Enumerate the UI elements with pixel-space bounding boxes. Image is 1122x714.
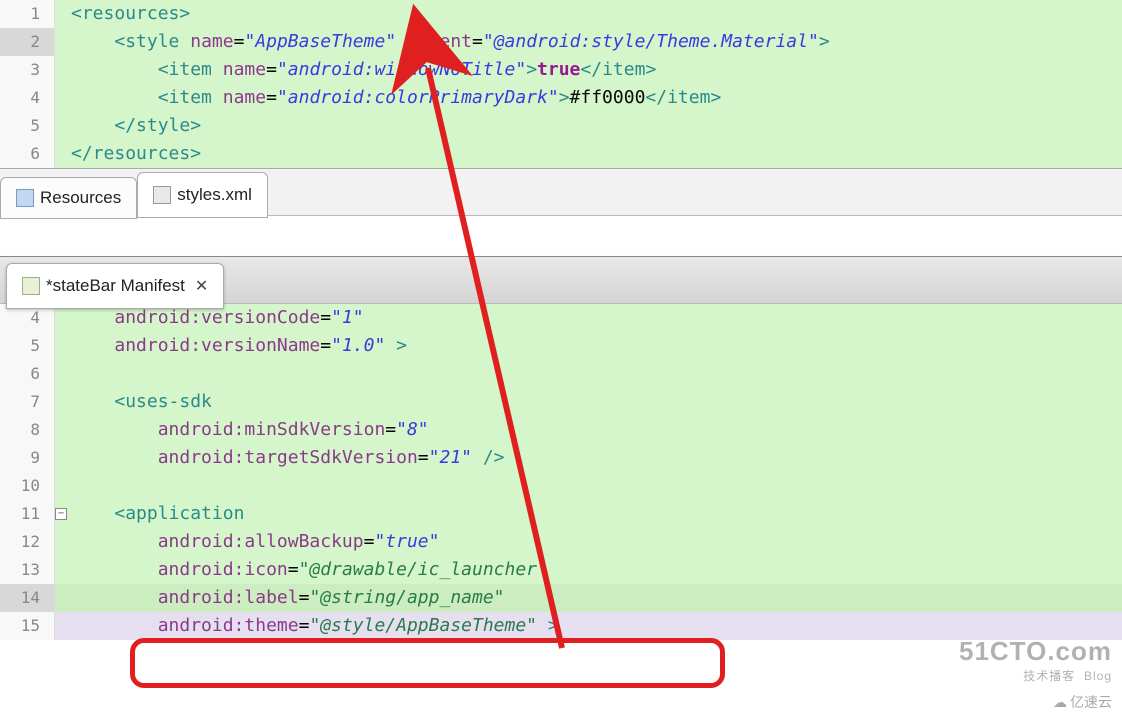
line-content[interactable]: <style name="AppBaseTheme" parent="@andr… <box>55 28 1122 56</box>
line-content[interactable]: android:targetSdkVersion="21" /> <box>55 444 1122 472</box>
tab-statebar-manifest[interactable]: *stateBar Manifest ✕ <box>6 263 224 309</box>
line-number: 6 <box>0 140 55 168</box>
close-icon[interactable]: ✕ <box>195 276 208 296</box>
tab-resources[interactable]: Resources <box>0 177 137 219</box>
line-number: 1 <box>0 0 55 28</box>
watermark-51cto: 51CTO.com 技术播客 Blog <box>959 636 1112 684</box>
line-number: 3 <box>0 56 55 84</box>
line-content[interactable]: android:minSdkVersion="8" <box>55 416 1122 444</box>
line-content[interactable] <box>55 360 1122 388</box>
line-number: 10 <box>0 472 55 500</box>
line-content[interactable]: android:allowBackup="true" <box>55 528 1122 556</box>
manifest-editor-pane: *stateBar Manifest ✕ 4 android:versionCod… <box>0 256 1122 640</box>
line-number: 9 <box>0 444 55 472</box>
fold-toggle-icon[interactable]: − <box>55 508 67 520</box>
code-line[interactable]: 6 <box>0 360 1122 388</box>
code-line[interactable]: 15 android:theme="@style/AppBaseTheme" > <box>0 612 1122 640</box>
line-content[interactable]: <item name="android:colorPrimaryDark">#f… <box>55 84 1122 112</box>
tab-styles-xml[interactable]: styles.xml <box>137 172 268 218</box>
code-line[interactable]: 5 </style> <box>0 112 1122 140</box>
line-content[interactable]: <item name="android:windowNoTitle">true<… <box>55 56 1122 84</box>
line-content[interactable]: <resources> <box>55 0 1122 28</box>
code-line[interactable]: 13 android:icon="@drawable/ic_launcher" <box>0 556 1122 584</box>
code-line[interactable]: 14 android:label="@string/app_name" <box>0 584 1122 612</box>
code-line[interactable]: 8 android:minSdkVersion="8" <box>0 416 1122 444</box>
code-line[interactable]: 2 <style name="AppBaseTheme" parent="@an… <box>0 28 1122 56</box>
line-number: 8 <box>0 416 55 444</box>
line-number: 2 <box>0 28 55 56</box>
code-line[interactable]: 7 <uses-sdk <box>0 388 1122 416</box>
line-number: 14 <box>0 584 55 612</box>
code-line[interactable]: 11 <application− <box>0 500 1122 528</box>
code-line[interactable]: 10 <box>0 472 1122 500</box>
line-number: 4 <box>0 84 55 112</box>
line-content[interactable]: android:theme="@style/AppBaseTheme" > <box>55 612 1122 640</box>
pane-divider <box>0 216 1122 256</box>
annotation-highlight-box <box>130 638 725 688</box>
code-line[interactable]: 3 <item name="android:windowNoTitle">tru… <box>0 56 1122 84</box>
line-number: 15 <box>0 612 55 640</box>
line-number: 12 <box>0 528 55 556</box>
watermark-yisu: ☁ 亿速云 <box>1053 692 1112 712</box>
line-number: 11 <box>0 500 55 528</box>
code-line[interactable]: 5 android:versionName="1.0" > <box>0 332 1122 360</box>
manifest-tabbar: *stateBar Manifest ✕ <box>0 256 1122 304</box>
line-content[interactable]: <application <box>55 500 1122 528</box>
line-number: 13 <box>0 556 55 584</box>
line-number: 5 <box>0 332 55 360</box>
line-content[interactable]: </resources> <box>55 140 1122 168</box>
code-line[interactable]: 6</resources> <box>0 140 1122 168</box>
cloud-icon: ☁ <box>1053 694 1067 711</box>
styles-editor-pane: 1<resources>2 <style name="AppBaseTheme"… <box>0 0 1122 216</box>
line-content[interactable]: android:label="@string/app_name" <box>55 584 1122 612</box>
tab-label: Resources <box>40 188 121 208</box>
styles-tabbar: Resources styles.xml <box>0 168 1122 216</box>
line-content[interactable]: </style> <box>55 112 1122 140</box>
line-content[interactable] <box>55 472 1122 500</box>
line-number: 7 <box>0 388 55 416</box>
line-number: 6 <box>0 360 55 388</box>
line-number: 5 <box>0 112 55 140</box>
tab-label: *stateBar Manifest <box>46 276 185 296</box>
code-line[interactable]: 1<resources> <box>0 0 1122 28</box>
manifest-code-area[interactable]: 4 android:versionCode="1"5 android:versi… <box>0 304 1122 640</box>
line-content[interactable]: <uses-sdk <box>55 388 1122 416</box>
tab-label: styles.xml <box>177 185 252 205</box>
styles-code-area[interactable]: 1<resources>2 <style name="AppBaseTheme"… <box>0 0 1122 168</box>
resource-icon <box>16 189 34 207</box>
manifest-icon <box>22 277 40 295</box>
code-line[interactable]: 9 android:targetSdkVersion="21" /> <box>0 444 1122 472</box>
line-content[interactable]: android:versionName="1.0" > <box>55 332 1122 360</box>
code-line[interactable]: 4 <item name="android:colorPrimaryDark">… <box>0 84 1122 112</box>
xml-icon <box>153 186 171 204</box>
line-content[interactable]: android:icon="@drawable/ic_launcher" <box>55 556 1122 584</box>
code-line[interactable]: 12 android:allowBackup="true" <box>0 528 1122 556</box>
